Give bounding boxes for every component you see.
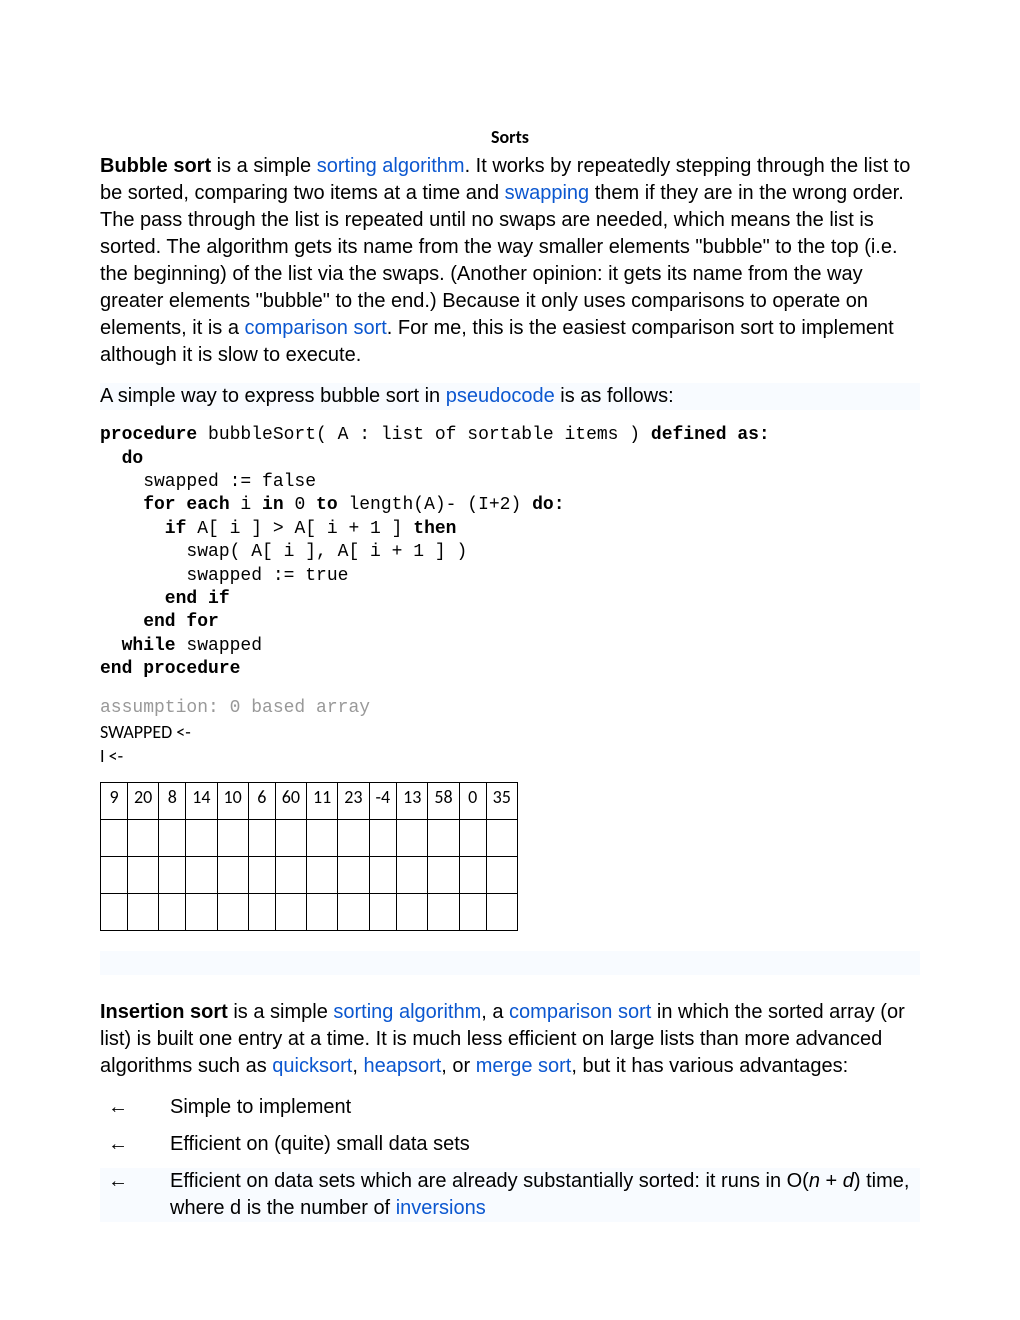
code-text: swapped [176,636,262,656]
text: , or [441,1055,475,1077]
kw-while: while [100,636,176,656]
array-cell: 10 [217,783,248,820]
bubble-sort-paragraph: Bubble sort is a simple sorting algorith… [100,153,920,369]
pseudocode-intro: A simple way to express bubble sort in p… [100,383,920,410]
array-cell: 9 [101,783,128,820]
text: is a simple [211,155,317,177]
code-text: A[ i ] > A[ i + 1 ] [186,519,413,539]
array-cell: 6 [248,783,275,820]
text: , but it has various advantages: [571,1055,848,1077]
text: is as follows: [555,385,674,407]
kw-to: to [316,495,338,515]
link-sorting-algorithm[interactable]: sorting algorithm [333,1001,481,1023]
kw-if: if [100,519,186,539]
array-cell: -4 [369,783,397,820]
var-d: d [843,1170,854,1192]
link-pseudocode[interactable]: pseudocode [446,385,555,407]
array-cell: 0 [459,783,486,820]
var-n: n [809,1170,820,1192]
kw-in: in [262,495,284,515]
link-comparison-sort[interactable]: comparison sort [509,1001,651,1023]
link-inversions[interactable]: inversions [396,1197,486,1219]
arrow-icon: ← [100,1094,170,1121]
link-heapsort[interactable]: heapsort [363,1055,441,1077]
link-merge-sort[interactable]: merge sort [476,1055,572,1077]
array-cell: 60 [275,783,306,820]
code-text: swapped := false [100,472,316,492]
text: is a simple [228,1001,334,1023]
array-cell: 14 [186,783,217,820]
code-text: swapped := true [100,566,348,586]
advantage-text: Simple to implement [170,1096,351,1118]
kw-end-for: end for [100,612,219,632]
i-annotation: I <- [100,744,920,768]
code-text: length(A)- (I+2) [338,495,532,515]
text: + [820,1170,843,1192]
page-title: Sorts [100,125,920,149]
array-table: 9 20 8 14 10 6 60 11 23 -4 13 58 0 35 [100,782,518,931]
link-swapping[interactable]: swapping [505,182,590,204]
text: , [352,1055,363,1077]
advantage-text: Efficient on (quite) small data sets [170,1133,470,1155]
kw-for-each: for each [100,495,230,515]
kw-procedure: procedure [100,425,197,445]
list-item: ←Efficient on data sets which are alread… [100,1168,920,1222]
table-row [101,820,518,857]
array-cell: 35 [486,783,517,820]
assumption-line: assumption: 0 based array [100,696,920,720]
code-text: bubbleSort( A : list of sortable items ) [197,425,651,445]
advantages-list: ←Simple to implement ←Efficient on (quit… [100,1094,920,1222]
arrow-icon: ← [100,1168,170,1195]
text: A simple way to express bubble sort in [100,385,446,407]
kw-do: do [100,449,143,469]
array-cell: 11 [307,783,338,820]
bubble-sort-strong: Bubble sort [100,155,211,177]
text: them if they are in the wrong order. The… [100,182,904,339]
list-item: ←Simple to implement [100,1094,920,1121]
code-text: swap( A[ i ], A[ i + 1 ] ) [100,542,467,562]
link-quicksort[interactable]: quicksort [272,1055,352,1077]
kw-end-procedure: end procedure [100,659,240,679]
table-row [101,894,518,931]
table-row: 9 20 8 14 10 6 60 11 23 -4 13 58 0 35 [101,783,518,820]
code-text: 0 [284,495,316,515]
pseudocode-block: procedure bubbleSort( A : list of sortab… [100,424,920,681]
kw-defined-as: defined as: [651,425,770,445]
insertion-sort-strong: Insertion sort [100,1001,228,1023]
array-cell: 58 [428,783,459,820]
list-item: ←Efficient on (quite) small data sets [100,1131,920,1158]
section-divider [100,951,920,975]
kw-do-colon: do: [532,495,564,515]
array-cell: 23 [338,783,369,820]
kw-end-if: end if [100,589,230,609]
advantage-text: Efficient on data sets which are already… [170,1170,809,1192]
link-sorting-algorithm[interactable]: sorting algorithm [317,155,465,177]
array-cell: 8 [159,783,186,820]
document-page: Sorts Bubble sort is a simple sorting al… [0,0,1020,1292]
swapped-annotation: SWAPPED <- [100,720,920,744]
kw-then: then [413,519,456,539]
array-cell: 20 [128,783,159,820]
arrow-icon: ← [100,1131,170,1158]
insertion-sort-paragraph: Insertion sort is a simple sorting algor… [100,999,920,1080]
array-cell: 13 [397,783,428,820]
link-comparison-sort[interactable]: comparison sort [245,317,387,339]
text: , a [481,1001,509,1023]
code-text: i [230,495,262,515]
table-row [101,857,518,894]
